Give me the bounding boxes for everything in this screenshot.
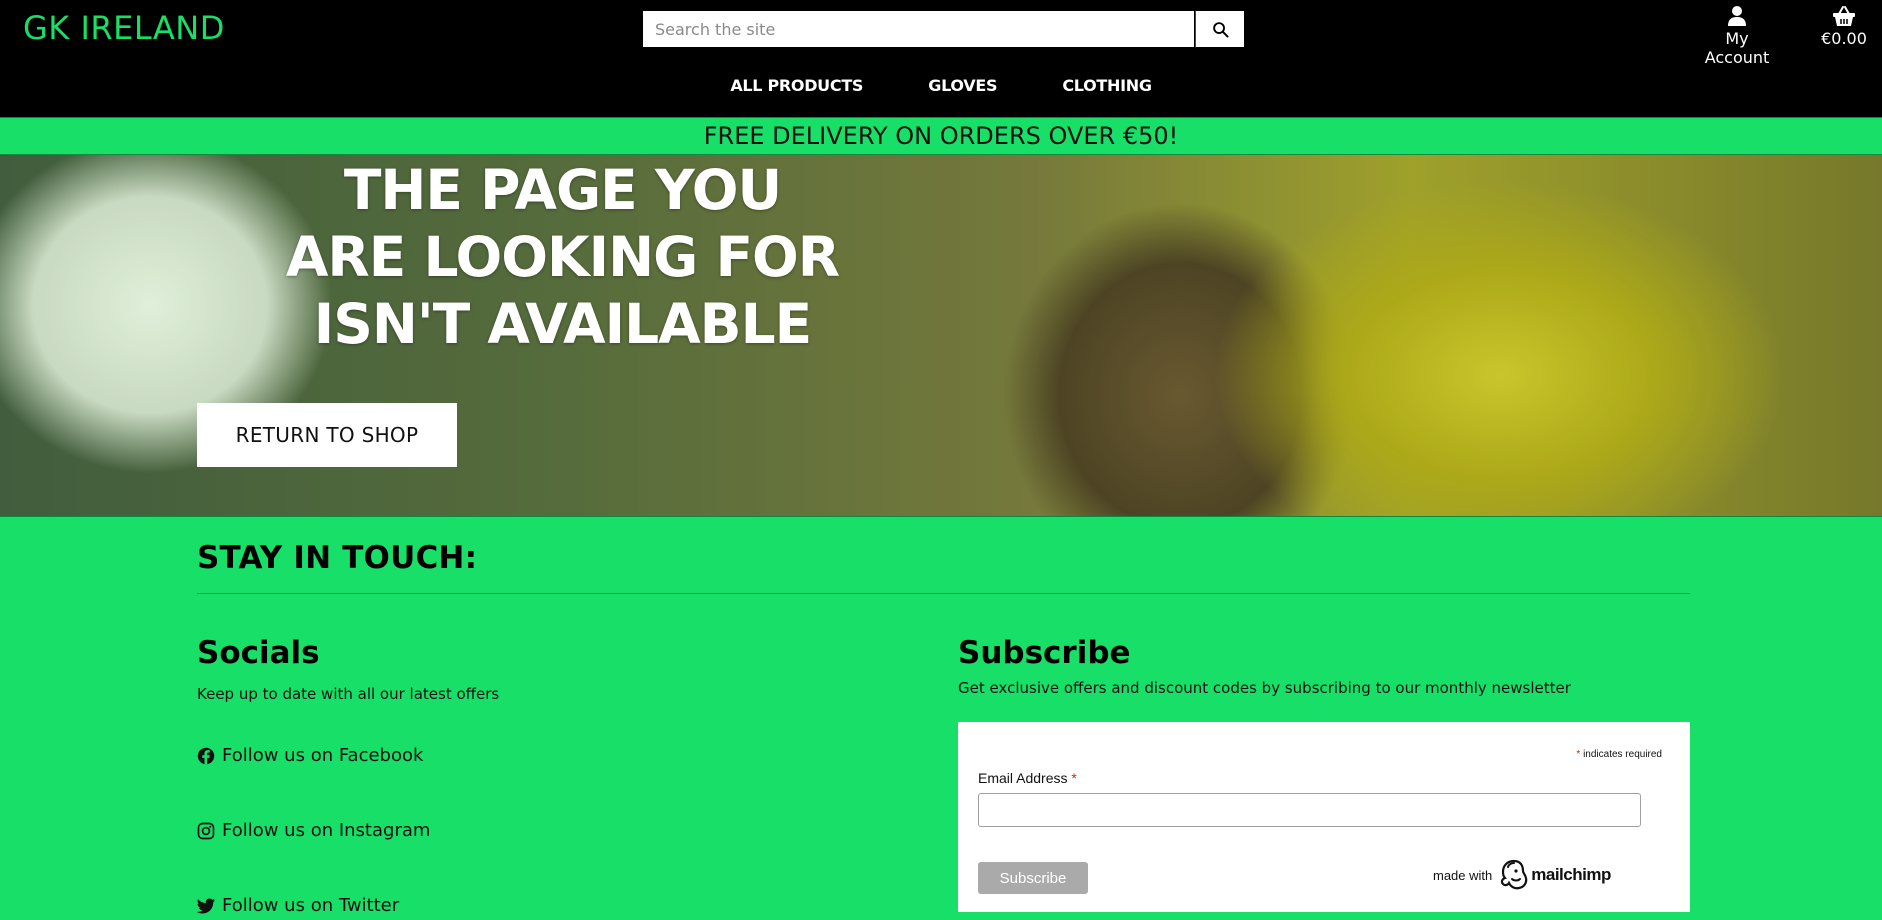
return-to-shop-button[interactable]: RETURN TO SHOP	[197, 403, 457, 467]
email-label-text: Email Address	[978, 770, 1068, 786]
my-account-label: My Account	[1704, 29, 1770, 67]
email-field[interactable]	[978, 793, 1641, 827]
made-with-text: made with	[1433, 867, 1493, 883]
mailchimp-signup-form: * indicates required Email Address * Sub…	[958, 722, 1690, 912]
cart-link[interactable]: €0.00	[1817, 5, 1871, 48]
hero-section: THE PAGE YOU ARE LOOKING FOR ISN'T AVAIL…	[0, 155, 1882, 517]
mailchimp-badge[interactable]: made with mailchimp	[1433, 859, 1611, 891]
subscribe-description: Get exclusive offers and discount codes …	[958, 679, 1571, 697]
my-account-link[interactable]: My Account	[1692, 5, 1782, 67]
subscribe-button[interactable]: Subscribe	[978, 862, 1088, 894]
mailchimp-wordmark: mailchimp	[1531, 865, 1611, 884]
socials-description: Keep up to date with all our latest offe…	[197, 685, 500, 703]
twitter-icon	[197, 898, 215, 913]
footer-divider	[197, 593, 1690, 594]
nav-item-gloves[interactable]: GLOVES	[928, 76, 997, 95]
search-button[interactable]	[1195, 10, 1245, 48]
required-note-text: indicates required	[1583, 749, 1662, 760]
required-asterisk: *	[1071, 770, 1077, 786]
instagram-icon	[197, 822, 215, 839]
instagram-link[interactable]: Follow us on Instagram	[197, 820, 430, 841]
facebook-link[interactable]: Follow us on Facebook	[197, 745, 423, 766]
socials-heading: Socials	[197, 635, 320, 671]
twitter-link-label: Follow us on Twitter	[222, 895, 400, 916]
search-icon	[1212, 21, 1229, 38]
required-note: * indicates required	[1576, 749, 1662, 760]
search-form	[642, 10, 1245, 48]
main-nav: ALL PRODUCTS GLOVES CLOTHING	[0, 76, 1882, 104]
facebook-link-label: Follow us on Facebook	[222, 745, 424, 766]
mailchimp-freddie-icon	[1501, 859, 1528, 890]
delivery-banner: FREE DELIVERY ON ORDERS OVER €50!	[0, 117, 1882, 155]
subscribe-column: Subscribe Get exclusive offers and disco…	[958, 635, 1690, 912]
nav-item-clothing[interactable]: CLOTHING	[1062, 76, 1152, 95]
brand-logo-link[interactable]: GK IRELAND	[23, 9, 225, 47]
required-asterisk: *	[1576, 749, 1581, 760]
error-heading: THE PAGE YOU ARE LOOKING FOR ISN'T AVAIL…	[285, 158, 840, 356]
stay-in-touch-heading: STAY IN TOUCH:	[197, 540, 478, 576]
search-input[interactable]	[642, 10, 1195, 48]
facebook-icon	[197, 747, 215, 764]
socials-column: Socials Keep up to date with all our lat…	[197, 635, 897, 916]
site-header: GK IRELAND My Account €0.00 ALL PRODUCTS	[0, 0, 1882, 117]
email-address-label: Email Address *	[978, 770, 1077, 786]
instagram-link-label: Follow us on Instagram	[222, 820, 431, 841]
twitter-link[interactable]: Follow us on Twitter	[197, 895, 399, 916]
nav-item-all-products[interactable]: ALL PRODUCTS	[730, 76, 863, 95]
cart-total: €0.00	[1821, 29, 1867, 48]
subscribe-heading: Subscribe	[958, 635, 1131, 671]
basket-icon	[1833, 6, 1855, 26]
user-icon	[1728, 6, 1746, 26]
